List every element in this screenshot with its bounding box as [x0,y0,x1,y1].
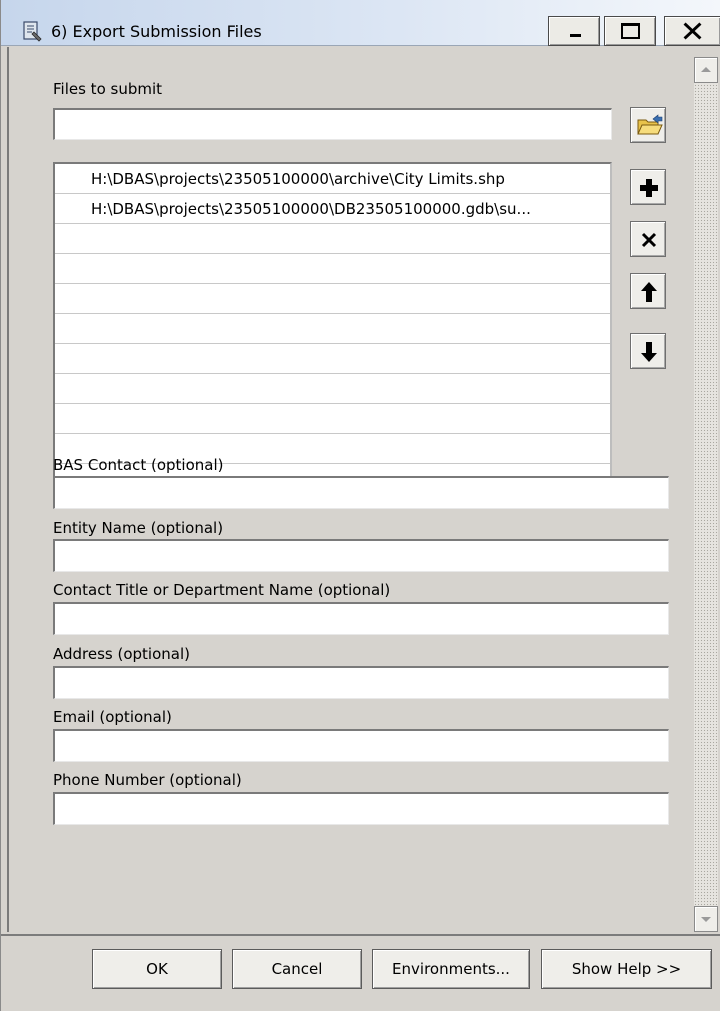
empty-list-row[interactable] [55,224,610,254]
entity-name-label: Entity Name (optional) [53,519,224,537]
window-title: 6) Export Submission Files [51,22,262,41]
ok-button[interactable]: OK [92,949,222,989]
scroll-down-arrow-icon [701,917,711,922]
address-label: Address (optional) [53,645,190,663]
arrow-down-icon [641,342,657,362]
footer-divider [1,934,720,936]
show-help-button[interactable]: Show Help >> [541,949,712,989]
files-to-submit-label: Files to submit [53,80,163,98]
vertical-scrollbar[interactable] [694,57,718,932]
add-row-button[interactable] [630,169,666,205]
empty-list-row[interactable] [55,284,610,314]
minimize-button[interactable] [548,16,600,46]
list-item-text: H:\DBAS\projects\23505100000\DB235051000… [91,200,531,218]
empty-list-row[interactable] [55,314,610,344]
plus-icon [640,179,658,197]
files-list[interactable]: H:\DBAS\projects\23505100000\archive\Cit… [53,162,612,492]
close-icon [683,22,702,40]
email-label: Email (optional) [53,708,172,726]
minimize-icon [570,34,581,37]
dialog-body: Files to submit H:\DBAS\projects\2350510… [1,47,720,1011]
move-up-button[interactable] [630,273,666,309]
cancel-button[interactable]: Cancel [232,949,362,989]
bas-contact-input[interactable] [53,476,669,509]
contact-title-label: Contact Title or Department Name (option… [53,581,391,599]
email-input[interactable] [53,729,669,762]
entity-name-input[interactable] [53,539,669,572]
files-to-submit-input[interactable] [53,108,612,140]
close-button[interactable] [664,16,720,46]
scroll-up-button[interactable] [694,57,718,83]
empty-list-row[interactable] [55,374,610,404]
list-item[interactable]: H:\DBAS\projects\23505100000\archive\Cit… [55,164,610,194]
folder-open-icon [637,114,663,135]
phone-number-label: Phone Number (optional) [53,771,242,789]
browse-button[interactable] [630,107,666,143]
empty-list-row[interactable] [55,404,610,434]
phone-number-input[interactable] [53,792,669,825]
move-down-button[interactable] [630,333,666,369]
title-bar[interactable]: 6) Export Submission Files [1,0,720,46]
list-item[interactable]: H:\DBAS\projects\23505100000\DB235051000… [55,194,610,224]
list-item-text: H:\DBAS\projects\23505100000\archive\Cit… [91,170,505,188]
scroll-up-arrow-icon [701,67,711,72]
maximize-button[interactable] [604,16,656,46]
environments-button[interactable]: Environments... [372,949,530,989]
empty-list-row[interactable] [55,344,610,374]
maximize-icon [621,23,640,39]
arrow-up-icon [641,282,657,302]
bas-contact-label: BAS Contact (optional) [53,456,224,474]
script-tool-icon [23,21,42,42]
x-icon [641,232,657,248]
address-input[interactable] [53,666,669,699]
contact-title-input[interactable] [53,602,669,635]
scroll-down-button[interactable] [694,906,718,932]
remove-row-button[interactable] [630,221,666,257]
export-submission-files-dialog: 6) Export Submission Files Files to subm… [0,0,720,1011]
empty-list-row[interactable] [55,254,610,284]
